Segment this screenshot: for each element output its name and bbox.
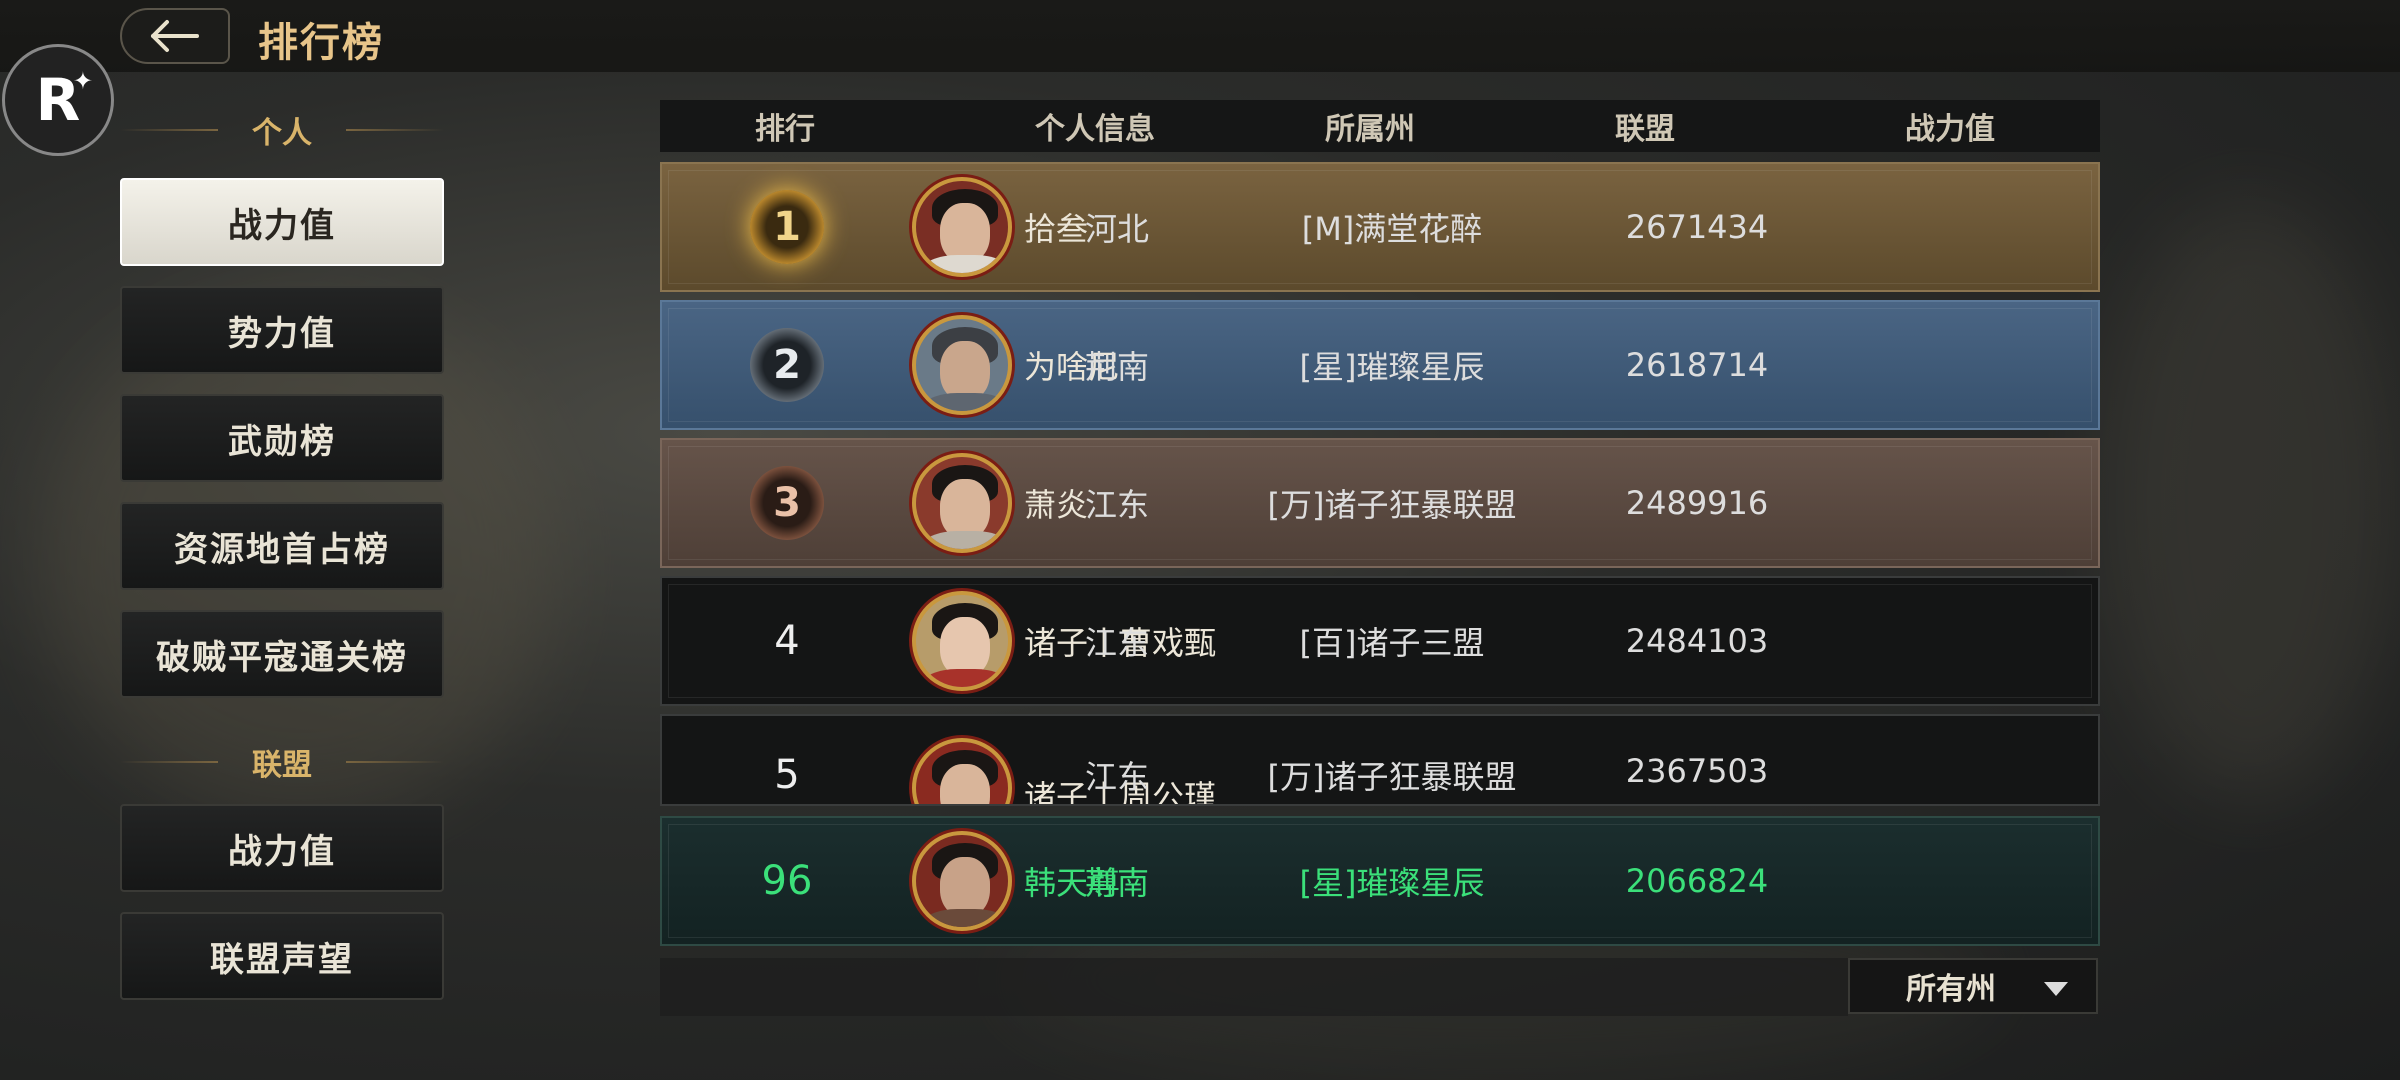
chevron-down-icon [2044,982,2068,996]
background-decor [2100,200,2400,800]
player-power: 2671434 [1625,208,1769,246]
player-power: 2489916 [1625,484,1769,522]
sidebar-item-resource-first[interactable]: 资源地首占榜 [120,502,444,590]
player-state: 河北 [1084,210,1149,248]
table-header: 排行 个人信息 所属州 联盟 战力值 [660,100,2100,152]
player-state: 江东 [1084,758,1149,796]
player-alliance: [万]诸子狂暴联盟 [1267,758,1517,796]
table-row[interactable]: 5 诸子丨周公瑾 江东 [万]诸子狂暴联盟 2367503 [660,714,2100,806]
player-state: 荆南 [1084,348,1149,386]
alliance-section-heading: 联盟 [120,742,444,783]
player-alliance: [星]璀璨星辰 [1299,348,1485,386]
sparkle-icon: ✦ [72,67,93,95]
state-filter-dropdown[interactable]: 所有州 [1848,958,2098,1014]
back-button[interactable] [120,8,230,64]
sidebar-item-label: 战力值 [228,831,336,872]
player-avatar[interactable] [912,453,1012,553]
player-avatar[interactable] [912,831,1012,931]
table-row[interactable]: 2 为啥尼 荆南 [星]璀璨星辰 2618714 [660,300,2100,430]
player-power: 2066824 [1625,862,1769,900]
arrow-left-icon [151,20,199,52]
recorder-logo[interactable]: R ✦ [2,44,114,156]
player-power: 2618714 [1625,346,1769,384]
sidebar-item-bandit-clear[interactable]: 破贼平寇通关榜 [120,610,444,698]
table-row[interactable]: 3 萧炎 江东 [万]诸子狂暴联盟 2489916 [660,438,2100,568]
player-state: 江东 [1084,486,1149,524]
header-power: 战力值 [1905,112,1995,147]
table-row[interactable]: 1 拾叁 河北 [M]满堂花醉 2671434 [660,162,2100,292]
sidebar-item-label: 破贼平寇通关榜 [156,637,408,678]
sidebar-item-alliance-power[interactable]: 战力值 [120,804,444,892]
alliance-heading-label: 联盟 [252,748,312,783]
sidebar-item-label: 资源地首占榜 [174,529,390,570]
my-rank-row[interactable]: 96 韩天尊 荆南 [星]璀璨星辰 2066824 [660,816,2100,946]
sidebar-item-label: 势力值 [228,313,336,354]
sidebar-item-power[interactable]: 战力值 [120,178,444,266]
table-row[interactable]: 4 诸子丨曹戏甄 江东 [百]诸子三盟 2484103 [660,576,2100,706]
player-alliance: [星]璀璨星辰 [1299,864,1485,902]
player-state: 荆南 [1084,864,1149,902]
sidebar-item-alliance-prestige[interactable]: 联盟声望 [120,912,444,1000]
player-alliance: [M]满堂花醉 [1301,210,1483,248]
page-title: 排行榜 [258,20,384,66]
player-avatar[interactable] [912,738,1012,804]
header-alliance: 联盟 [1615,112,1675,147]
personal-heading-label: 个人 [252,116,312,151]
player-alliance: [百]诸子三盟 [1299,624,1485,662]
header-state: 所属州 [1325,112,1415,147]
sidebar-item-label: 武勋榜 [228,421,336,462]
header-rank: 排行 [755,112,815,147]
player-avatar[interactable] [912,177,1012,277]
header-info: 个人信息 [1035,112,1155,147]
top-bar: 排行榜 [0,0,2400,72]
sidebar-item-label: 联盟声望 [210,939,354,980]
player-avatar[interactable] [912,315,1012,415]
player-power: 2367503 [1625,752,1769,790]
player-avatar[interactable] [912,591,1012,691]
player-power: 2484103 [1625,622,1769,660]
player-state: 江东 [1084,624,1149,662]
table-footer [660,958,1848,1016]
player-alliance: [万]诸子狂暴联盟 [1267,486,1517,524]
personal-section-heading: 个人 [120,110,444,151]
sidebar-item-label: 战力值 [228,205,336,246]
sidebar-item-merit[interactable]: 武勋榜 [120,394,444,482]
sidebar-item-influence[interactable]: 势力值 [120,286,444,374]
state-filter-label: 所有州 [1906,972,1996,1007]
